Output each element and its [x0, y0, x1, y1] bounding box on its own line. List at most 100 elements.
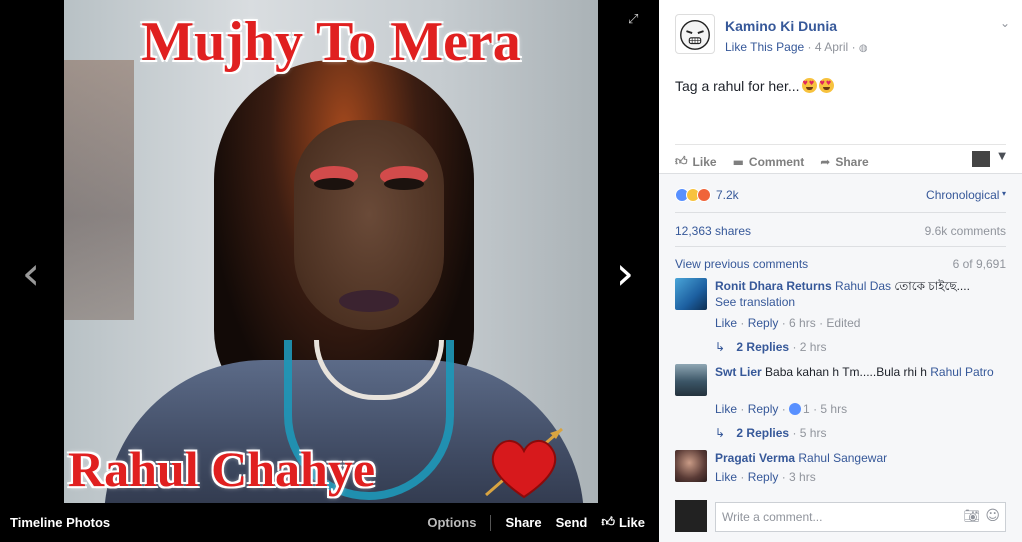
comment-range: 6 of 9,691	[952, 257, 1006, 271]
globe-icon: ◍	[858, 43, 868, 54]
comment-like-link[interactable]: Like	[715, 402, 737, 416]
comment-reply-link[interactable]: Reply	[748, 316, 779, 330]
comment-replies: ↳ 2 Replies · 5 hrs	[715, 426, 827, 440]
comment-actions: Like · Reply · 1 · 5 hrs	[715, 402, 848, 416]
view-replies-link[interactable]: 2 Replies	[736, 340, 789, 354]
post-comment-label: Comment	[748, 154, 805, 169]
heart-eyes-emoji-icon	[801, 78, 817, 93]
comment-item: Pragati Verma Rahul Sangewar Like · Repl…	[675, 450, 1006, 490]
heart-eyes-emoji-icon	[818, 78, 834, 93]
comment-item: Ronit Dhara Returns Rahul Das তোকে চাইছে…	[675, 278, 1006, 358]
divider	[675, 246, 1006, 247]
comment-input[interactable]	[715, 502, 1006, 532]
page-name[interactable]: Kamino Ki Dunia	[725, 18, 837, 34]
reaction-count[interactable]: 7.2k	[716, 188, 739, 202]
comment-actions: Like · Reply · 6 hrs · Edited	[715, 316, 861, 330]
post-action-bar: 👍︎ Like ▬ Comment ➦ Share ▼	[675, 144, 1006, 172]
comment-mention[interactable]: Rahul Patro	[930, 365, 993, 379]
reply-arrow-icon: ↳	[715, 426, 726, 440]
comment-mention[interactable]: Rahul Das	[835, 279, 891, 293]
share-button[interactable]: Share	[505, 515, 541, 530]
angry-reaction-icon	[697, 188, 711, 202]
comment-reply-link[interactable]: Reply	[748, 402, 779, 416]
chevron-down-icon[interactable]: ▼	[998, 151, 1006, 162]
comment-body: Ronit Dhara Returns Rahul Das তোকে চাইছে…	[715, 278, 1003, 310]
divider	[675, 212, 1006, 213]
sort-label: Chronological	[926, 188, 1000, 202]
comment-body: Swt Lier Baba kahan h Tm.....Bula rhi h …	[715, 364, 1003, 380]
comment-time[interactable]: 3 hrs	[789, 470, 816, 484]
post-like-button[interactable]: 👍︎ Like	[675, 148, 717, 169]
post-comment-button[interactable]: ▬ Comment	[733, 149, 805, 169]
comment-time[interactable]: 5 hrs	[820, 402, 847, 416]
photo-subject-eye	[314, 178, 354, 190]
chevron-down-icon[interactable]: ⌄	[1000, 16, 1010, 30]
view-replies-link[interactable]: 2 Replies	[736, 426, 789, 440]
comment-like-count[interactable]: 1	[803, 402, 810, 416]
album-title[interactable]: Timeline Photos	[10, 515, 427, 530]
caret-down-icon: ▾	[999, 189, 1006, 198]
share-icon: ➦	[820, 154, 831, 169]
footer-divider	[490, 514, 492, 531]
photo-subject-lips	[339, 290, 399, 312]
comment-body: Pragati Verma Rahul Sangewar	[715, 450, 1003, 466]
like-reaction-icon	[789, 403, 802, 415]
reactions-summary[interactable]: 7.2k Chronological ▾	[675, 186, 1006, 204]
post-meta: Like This Page · 4 April · ◍	[725, 40, 868, 54]
meta-dot: ·	[807, 40, 815, 54]
meta-dot: ·	[851, 40, 859, 54]
commenter-avatar[interactable]	[675, 278, 707, 310]
photo-subject-eye	[384, 178, 424, 190]
feedback-panel: 7.2k Chronological ▾ 12,363 shares 9.6k …	[659, 173, 1022, 542]
expand-icon[interactable]: ⤢	[628, 12, 644, 28]
replies-time: 2 hrs	[799, 340, 827, 354]
comment-sort-dropdown[interactable]: Chronological ▾	[926, 188, 1006, 202]
comment-author[interactable]: Ronit Dhara Returns	[715, 279, 832, 293]
reply-arrow-icon: ↳	[715, 340, 726, 354]
post-share-button[interactable]: ➦ Share	[820, 149, 868, 169]
like-label: Like	[618, 515, 645, 530]
acting-as-avatar[interactable]	[972, 151, 990, 167]
photo-caption-bottom: Rahul Chahye	[68, 441, 376, 497]
thumbs-up-icon: 👍︎	[675, 154, 688, 168]
comment-text: Baba kahan h Tm.....Bula rhi h	[765, 365, 927, 379]
send-button[interactable]: Send	[556, 515, 588, 530]
comment-item: Swt Lier Baba kahan h Tm.....Bula rhi h …	[675, 364, 1006, 444]
comment-time[interactable]: 6 hrs	[789, 316, 816, 330]
comment-mention[interactable]: Rahul Sangewar	[798, 451, 887, 465]
comment-like-link[interactable]: Like	[715, 470, 737, 484]
comment-actions: Like · Reply · 3 hrs	[715, 470, 816, 484]
composer-avatar	[675, 500, 707, 532]
post-photo[interactable]: Mujhy To Mera Rahul Chahye	[64, 0, 598, 503]
viewer-footer: Timeline Photos Options Share Send 👍︎ Li…	[0, 503, 659, 542]
camera-icon[interactable]: 📷︎	[963, 509, 980, 524]
shares-count[interactable]: 12,363 shares	[675, 224, 751, 238]
post-text-body: Tag a rahul for her...	[675, 78, 800, 94]
chevron-left-icon[interactable]: ‹	[16, 248, 46, 298]
comment-author[interactable]: Swt Lier	[715, 365, 762, 379]
post-like-label: Like	[692, 154, 717, 169]
like-page-link[interactable]: Like This Page	[725, 40, 804, 54]
chevron-right-icon[interactable]: ›	[610, 248, 640, 298]
comment-replies: ↳ 2 Replies · 2 hrs	[715, 340, 827, 354]
commenter-avatar[interactable]	[675, 450, 707, 482]
comments-count: 9.6k comments	[924, 224, 1006, 238]
post-date[interactable]: 4 April	[815, 40, 848, 54]
comment-like-link[interactable]: Like	[715, 316, 737, 330]
post-sidebar: Kamino Ki Dunia Like This Page · 4 April…	[659, 0, 1022, 542]
view-previous-comments-link[interactable]: View previous comments	[675, 257, 808, 271]
background-wall	[64, 60, 134, 320]
see-translation-link[interactable]: See translation	[715, 295, 795, 309]
like-button[interactable]: 👍︎ Like	[601, 515, 645, 530]
rage-face-icon	[680, 19, 710, 50]
options-button[interactable]: Options	[427, 515, 476, 530]
comment-text: তোকে চাইছে....	[894, 279, 970, 293]
comment-author[interactable]: Pragati Verma	[715, 451, 795, 465]
post-header: Kamino Ki Dunia Like This Page · 4 April…	[675, 14, 1010, 58]
page-avatar[interactable]	[675, 14, 715, 54]
comment-reply-link[interactable]: Reply	[748, 470, 779, 484]
comment-edited[interactable]: Edited	[826, 316, 860, 330]
commenter-avatar[interactable]	[675, 364, 707, 396]
emoji-icon[interactable]: ☺	[985, 508, 1000, 524]
replies-time: 5 hrs	[799, 426, 827, 440]
